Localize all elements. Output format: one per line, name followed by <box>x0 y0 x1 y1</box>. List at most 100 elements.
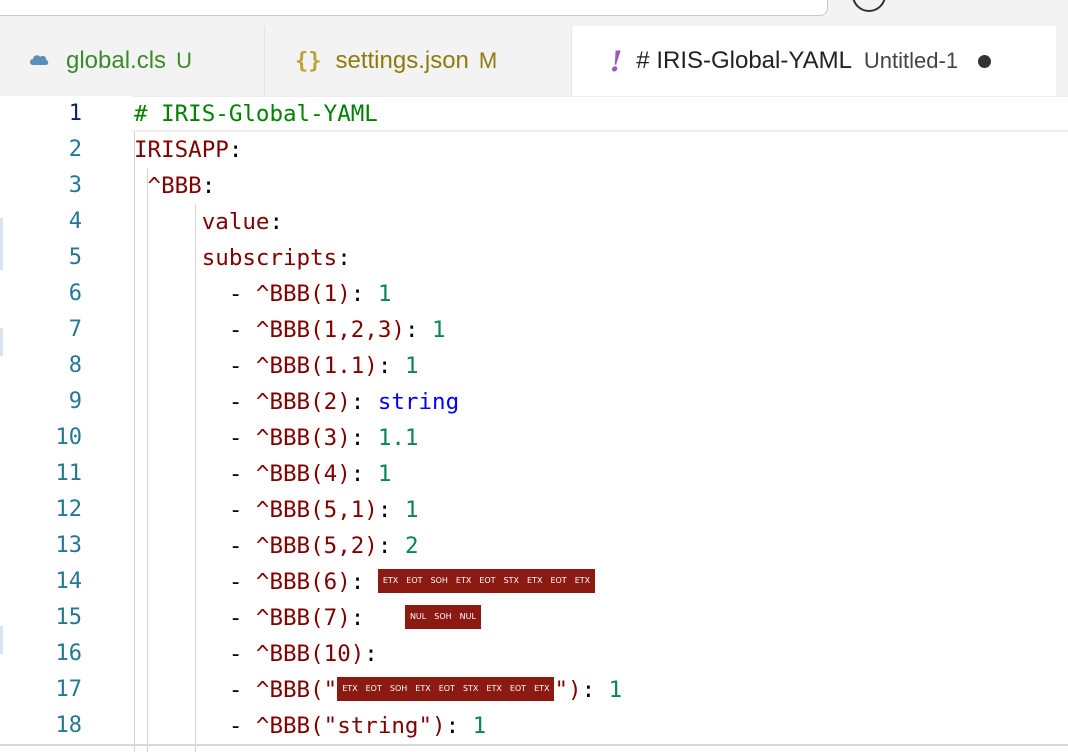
control-char-label: ETX <box>486 683 502 693</box>
code-line[interactable]: 6 - ^BBB(1): 1 <box>0 276 1068 312</box>
tab-iris-global-yaml[interactable]: ! # IRIS-Global-YAML Untitled-1 <box>572 26 1056 96</box>
code-line[interactable]: 7 - ^BBB(1,2,3): 1 <box>0 312 1068 348</box>
code-token: : <box>350 389 378 415</box>
line-number: 13 <box>55 533 83 558</box>
code-line[interactable]: 11 - ^BBB(4): 1 <box>0 456 1068 492</box>
tab-global-cls[interactable]: global.cls U <box>0 26 265 96</box>
code-token: 1.1 <box>377 425 419 451</box>
control-char-label: ETX <box>574 575 591 585</box>
tab-git-status: U <box>176 48 192 73</box>
code-line[interactable]: 16 - ^BBB(10): <box>0 636 1068 672</box>
code-token: ^BBB(4) <box>255 461 351 487</box>
iris-cloud-icon <box>28 47 50 75</box>
code-token: - <box>134 425 256 451</box>
control-characters: ETX EOT SOH ETX EOT STX ETX EOT ETX <box>377 568 596 593</box>
control-char-label: ETX <box>342 683 358 693</box>
control-char-label: STX <box>503 575 520 585</box>
control-char-label: ETX <box>382 575 399 585</box>
code-token: value <box>201 209 270 235</box>
control-char-label: SOH <box>434 611 452 621</box>
code-token: : <box>377 353 405 379</box>
code-token: - <box>134 533 256 559</box>
control-char-label: EOT <box>479 575 496 585</box>
code-token: 1 <box>377 281 392 307</box>
control-char-label: EOT <box>550 575 567 585</box>
code-token: ^BBB(5,1) <box>255 497 378 523</box>
code-token: - <box>134 569 256 595</box>
search-box-edge <box>0 0 828 16</box>
code-token: : <box>269 209 284 235</box>
control-char-label: EOT <box>509 683 527 693</box>
line-number: 1 <box>68 101 82 126</box>
code-line[interactable]: 1 # IRIS-Global-YAML <box>0 96 1068 132</box>
code-token: ^BBB(7) <box>255 605 351 631</box>
control-char-label: EOT <box>406 575 423 585</box>
control-char-label: ETX <box>527 575 543 585</box>
line-content: IRISAPP: <box>134 132 242 168</box>
code-token: : <box>364 641 378 667</box>
code-token: 1 <box>472 713 487 739</box>
code-line[interactable]: 9 - ^BBB(2): string <box>0 384 1068 420</box>
code-token: - <box>134 461 256 487</box>
code-token: : <box>337 245 351 271</box>
code-token: ^BBB("string") <box>255 713 446 739</box>
control-char-label: SOH <box>389 683 408 693</box>
code-token: - <box>134 605 256 631</box>
code-editor[interactable]: 1 # IRIS-Global-YAML 2 IRISAPP: 3 ^BBB: 4 val… <box>0 96 1068 752</box>
line-number: 16 <box>55 641 83 666</box>
window-top-strip <box>0 0 1068 26</box>
code-line[interactable]: 13 - ^BBB(5,2): 2 <box>0 528 1068 564</box>
control-char-label: NUL <box>459 611 476 621</box>
line-content: - ^BBB(5,2): 2 <box>134 528 419 564</box>
code-token: 1 <box>432 317 446 343</box>
code-line[interactable]: 5 subscripts: <box>0 240 1068 276</box>
code-token: ^BBB(3) <box>255 425 351 451</box>
code-line[interactable]: 8 - ^BBB(1.1): 1 <box>0 348 1068 384</box>
line-content: - ^BBB(1): 1 <box>134 276 392 312</box>
code-token: string <box>377 389 460 415</box>
code-token: ^BBB(10) <box>255 641 365 667</box>
code-line[interactable]: 3 ^BBB: <box>0 168 1068 204</box>
code-token: ^BBB <box>147 173 202 199</box>
code-line[interactable]: 18 - ^BBB("string"): 1 <box>0 708 1068 744</box>
code-line[interactable]: 10 - ^BBB(3): 1.1 <box>0 420 1068 456</box>
code-token: - <box>134 677 256 703</box>
code-token: : <box>201 173 216 199</box>
account-circle-icon <box>852 0 886 12</box>
code-token: : <box>350 425 378 451</box>
line-content: subscripts: <box>134 240 351 276</box>
code-line[interactable]: 15 - ^BBB(7): NUL SOH NUL <box>0 600 1068 636</box>
code-token: ^BBB(2) <box>255 389 351 415</box>
line-number: 10 <box>55 425 83 450</box>
code-token: ^BBB(" <box>255 677 338 703</box>
tab-settings-json[interactable]: {} settings.json M <box>265 26 572 96</box>
code-line[interactable]: 2 IRISAPP: <box>0 132 1068 168</box>
code-line[interactable]: 4 value: <box>0 204 1068 240</box>
line-content: - ^BBB("string"): 1 <box>134 708 486 744</box>
code-line[interactable]: 14 - ^BBB(6): ETX EOT SOH ETX EOT STX ETX EOT ET… <box>0 564 1068 600</box>
control-char-label: ETX <box>455 575 472 585</box>
code-token: ") <box>554 677 582 703</box>
line-number: 4 <box>68 209 82 234</box>
code-token: 1 <box>404 353 419 379</box>
code-token: ^BBB(5,2) <box>255 533 378 559</box>
line-number: 5 <box>68 245 82 270</box>
tab-description: Untitled-1 <box>863 48 959 73</box>
control-char-label: EOT <box>438 683 455 693</box>
code-token: 1 <box>377 461 392 487</box>
code-line[interactable]: 12 - ^BBB(5,1): 1 <box>0 492 1068 528</box>
line-content: - ^BBB(7): NUL SOH NUL <box>134 600 481 636</box>
code-token: subscripts <box>201 245 338 271</box>
code-token: ^BBB(1.1) <box>255 353 378 379</box>
control-char-label: ETX <box>415 683 431 693</box>
code-line[interactable]: 17 - ^BBB(" ETX EOT SOH ETX EOT STX ETX EOT ETX ")… <box>0 672 1068 708</box>
code-token: ^BBB(1,2,3) <box>255 317 405 343</box>
unsaved-dot-icon[interactable] <box>978 54 992 68</box>
code-token: ^BBB(6) <box>255 569 351 595</box>
code-token: : <box>350 281 378 307</box>
line-content: - ^BBB(4): 1 <box>134 456 392 492</box>
code-token: - <box>134 281 256 307</box>
